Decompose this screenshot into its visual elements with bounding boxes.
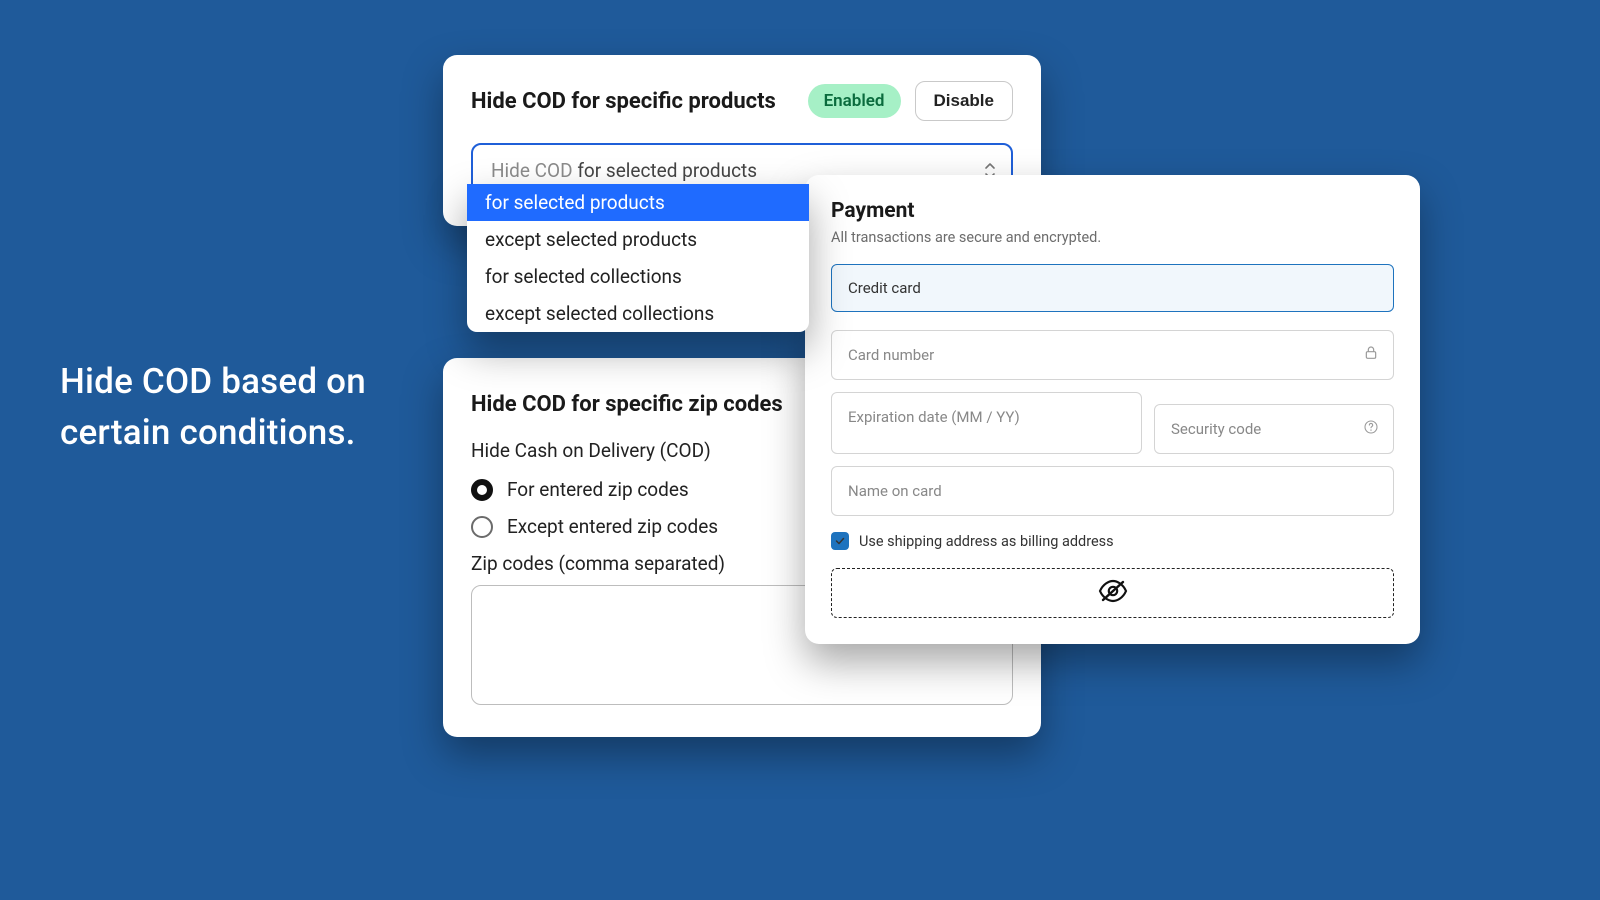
payment-method-credit-card[interactable]: Credit card: [831, 264, 1394, 312]
name-on-card-input[interactable]: Name on card: [831, 466, 1394, 516]
payment-title: Payment: [831, 199, 1394, 223]
radio-for-label: For entered zip codes: [507, 478, 689, 501]
expiration-placeholder: Expiration date (MM / YY): [848, 408, 1020, 426]
security-code-input[interactable]: Security code: [1154, 404, 1394, 454]
hidden-payment-placeholder: [831, 568, 1394, 618]
hero-line-2: certain conditions.: [60, 408, 366, 459]
radio-icon-unchecked: [471, 516, 493, 538]
lock-icon: [1363, 345, 1379, 365]
payment-subtitle: All transactions are secure and encrypte…: [831, 229, 1394, 246]
radio-icon-checked: [471, 479, 493, 501]
security-code-placeholder: Security code: [1171, 420, 1261, 438]
payment-method-label: Credit card: [848, 279, 921, 297]
checkbox-checked-icon: [831, 532, 849, 550]
dropdown-option-except-collections[interactable]: except selected collections: [467, 295, 809, 332]
dropdown-option-selected-products[interactable]: for selected products: [467, 184, 809, 221]
hero-text: Hide COD based on certain conditions.: [60, 357, 366, 459]
disable-button[interactable]: Disable: [915, 81, 1013, 121]
billing-checkbox-label: Use shipping address as billing address: [859, 533, 1114, 550]
card-number-input[interactable]: Card number: [831, 330, 1394, 380]
expiration-input[interactable]: Expiration date (MM / YY): [831, 392, 1142, 454]
payment-card: Payment All transactions are secure and …: [805, 175, 1420, 644]
hide-cod-dropdown: for selected products except selected pr…: [467, 184, 809, 332]
products-card-title: Hide COD for specific products: [471, 89, 794, 114]
billing-address-checkbox[interactable]: Use shipping address as billing address: [831, 532, 1394, 550]
status-badge: Enabled: [808, 84, 901, 118]
dropdown-option-selected-collections[interactable]: for selected collections: [467, 258, 809, 295]
select-value: for selected products: [577, 159, 757, 182]
help-icon: [1363, 419, 1379, 439]
hero-line-1: Hide COD based on: [60, 357, 366, 408]
eye-off-icon: [1098, 579, 1128, 607]
name-on-card-placeholder: Name on card: [848, 482, 942, 500]
card-number-placeholder: Card number: [848, 346, 934, 364]
dropdown-option-except-products[interactable]: except selected products: [467, 221, 809, 258]
radio-except-label: Except entered zip codes: [507, 515, 718, 538]
select-prefix: Hide COD: [491, 159, 577, 182]
